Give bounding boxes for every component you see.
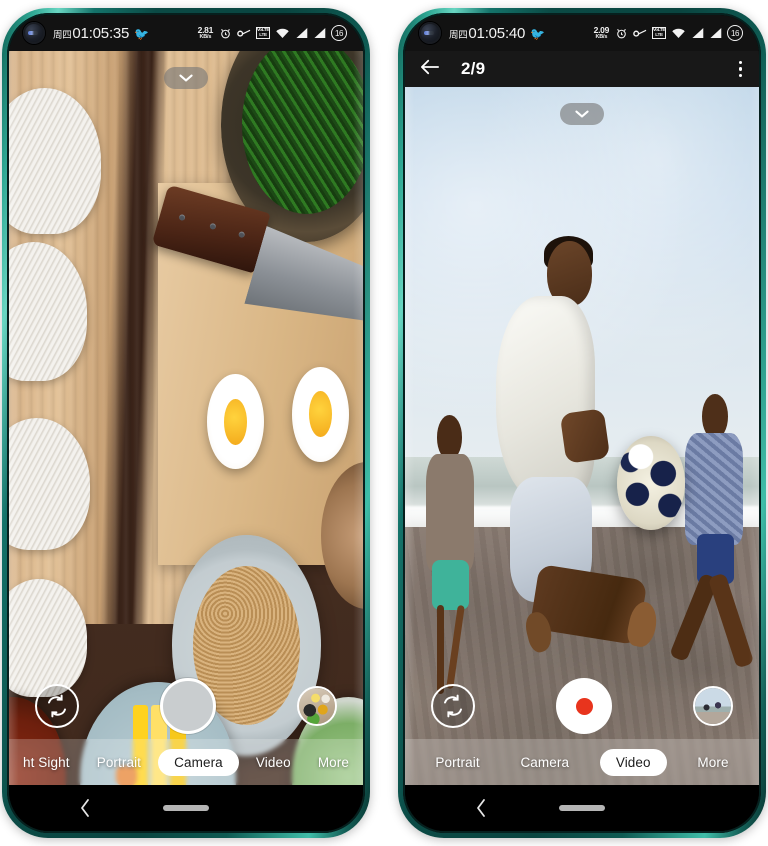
camera-viewfinder-left[interactable]: ht Sight Portrait Camera Video More (9, 51, 363, 785)
network-speed-unit: KB/s (199, 33, 212, 40)
camera-flip-button-left[interactable] (35, 684, 79, 728)
boiled-egg (292, 366, 349, 463)
network-speed-unit: KB/s (595, 33, 608, 40)
status-time: 01:05:35 (72, 24, 130, 42)
screenshot-canvas: 周四 01:05:35 🐦 2.81 KB/s VoLTE LTE 16 ht … (0, 0, 768, 846)
foreground-player-kicking (483, 235, 661, 744)
page-title: 2/9 (461, 59, 486, 78)
phone-device-right: 周四 01:05:40 🐦 2.09 KB/s VoLTE LTE 16 2/9… (398, 8, 766, 838)
chevron-down-icon (179, 74, 193, 82)
record-dot-icon (575, 697, 593, 715)
alarm-clock-icon (221, 28, 230, 38)
battery-indicator: 16 (331, 25, 347, 41)
mode-camera[interactable]: Camera (158, 748, 239, 776)
wifi-icon (276, 28, 289, 38)
kebab-menu-icon[interactable] (736, 57, 745, 81)
system-navigation-bar-left (9, 785, 363, 831)
background-player-right (669, 394, 755, 673)
expand-settings-button-right[interactable] (560, 103, 604, 125)
status-time: 01:05:40 (468, 24, 526, 42)
status-weekday: 周四 (449, 29, 468, 41)
vpn-key-icon (237, 29, 251, 37)
nav-home-indicator-left[interactable] (163, 805, 209, 811)
phone-bezel-left: 周四 01:05:35 🐦 2.81 KB/s VoLTE LTE 16 ht … (7, 13, 365, 833)
signal-bars-icon (314, 27, 326, 39)
alarm-clock-icon (617, 28, 626, 38)
wifi-icon (672, 28, 685, 38)
boiled-egg (207, 373, 264, 470)
nav-back-button-right[interactable] (475, 798, 487, 818)
status-icons-group: 2.09 KB/s VoLTE LTE 16 (594, 25, 743, 41)
front-camera-punch-hole (23, 22, 45, 44)
network-speed-indicator: 2.81 KB/s (198, 26, 214, 40)
shutter-button[interactable] (160, 678, 216, 734)
thumbnail-image-beach (695, 688, 731, 724)
volte-lte-icon: VoLTE LTE (256, 27, 270, 39)
camera-viewfinder-right[interactable]: Portrait Camera Video More (405, 87, 759, 785)
phone-screen-left: 周四 01:05:35 🐦 2.81 KB/s VoLTE LTE 16 ht … (9, 15, 363, 831)
app-bar-back-button[interactable] (419, 58, 441, 81)
phone-screen-right: 周四 01:05:40 🐦 2.09 KB/s VoLTE LTE 16 2/9… (405, 15, 759, 831)
camera-mode-selector-right: Portrait Camera Video More (405, 739, 759, 785)
status-clock: 周四 01:05:40 🐦 (449, 25, 545, 42)
vpn-key-icon (633, 29, 647, 37)
mode-portrait[interactable]: Portrait (425, 749, 489, 776)
camera-flip-button-right[interactable] (431, 684, 475, 728)
nav-back-button-left[interactable] (79, 798, 91, 818)
mode-video[interactable]: Video (599, 748, 667, 776)
status-bar-right: 周四 01:05:40 🐦 2.09 KB/s VoLTE LTE 16 (405, 15, 759, 51)
lte-label: LTE (259, 32, 267, 37)
record-button[interactable] (556, 678, 612, 734)
battery-level: 16 (335, 28, 343, 38)
status-clock: 周四 01:05:35 🐦 (53, 25, 149, 42)
mode-more[interactable]: More (308, 749, 359, 776)
lte-label: LTE (655, 32, 663, 37)
mode-camera[interactable]: Camera (510, 749, 579, 776)
expand-settings-button-left[interactable] (164, 67, 208, 89)
battery-level: 16 (731, 28, 739, 38)
gallery-thumbnail-left[interactable] (297, 686, 337, 726)
camera-flip-icon (444, 694, 462, 718)
signal-bars-icon (692, 27, 704, 39)
back-chevron-icon (81, 799, 89, 817)
phone-bezel-right: 周四 01:05:40 🐦 2.09 KB/s VoLTE LTE 16 2/9… (403, 13, 761, 833)
status-weekday: 周四 (53, 29, 72, 41)
battery-indicator: 16 (727, 25, 743, 41)
background-player-left (419, 415, 483, 695)
status-bar-left: 周四 01:05:35 🐦 2.81 KB/s VoLTE LTE 16 (9, 15, 363, 51)
mode-more[interactable]: More (687, 749, 738, 776)
arrow-left-icon (421, 59, 439, 74)
status-emoji-icon: 🐦 (530, 26, 546, 41)
system-navigation-bar-right (405, 785, 759, 831)
mode-portrait[interactable]: Portrait (87, 749, 151, 776)
status-emoji-icon: 🐦 (134, 26, 150, 41)
status-icons-group: 2.81 KB/s VoLTE LTE 16 (198, 25, 347, 41)
back-chevron-icon (477, 799, 485, 817)
phone-device-left: 周四 01:05:35 🐦 2.81 KB/s VoLTE LTE 16 ht … (2, 8, 370, 838)
network-speed-indicator: 2.09 KB/s (594, 26, 610, 40)
signal-bars-icon (296, 27, 308, 39)
thumbnail-image-food (299, 688, 335, 724)
front-camera-punch-hole (419, 22, 441, 44)
camera-controls-right (405, 675, 759, 737)
mode-night-sight[interactable]: ht Sight (13, 749, 80, 776)
camera-mode-selector-left: ht Sight Portrait Camera Video More (9, 739, 363, 785)
chevron-down-icon (575, 110, 589, 118)
camera-flip-icon (48, 694, 66, 718)
volte-lte-icon: VoLTE LTE (652, 27, 666, 39)
nav-home-indicator-right[interactable] (559, 805, 605, 811)
signal-bars-icon (710, 27, 722, 39)
app-bar-right: 2/9 (405, 51, 759, 87)
gallery-thumbnail-right[interactable] (693, 686, 733, 726)
camera-controls-left (9, 675, 363, 737)
mode-video[interactable]: Video (246, 749, 301, 776)
